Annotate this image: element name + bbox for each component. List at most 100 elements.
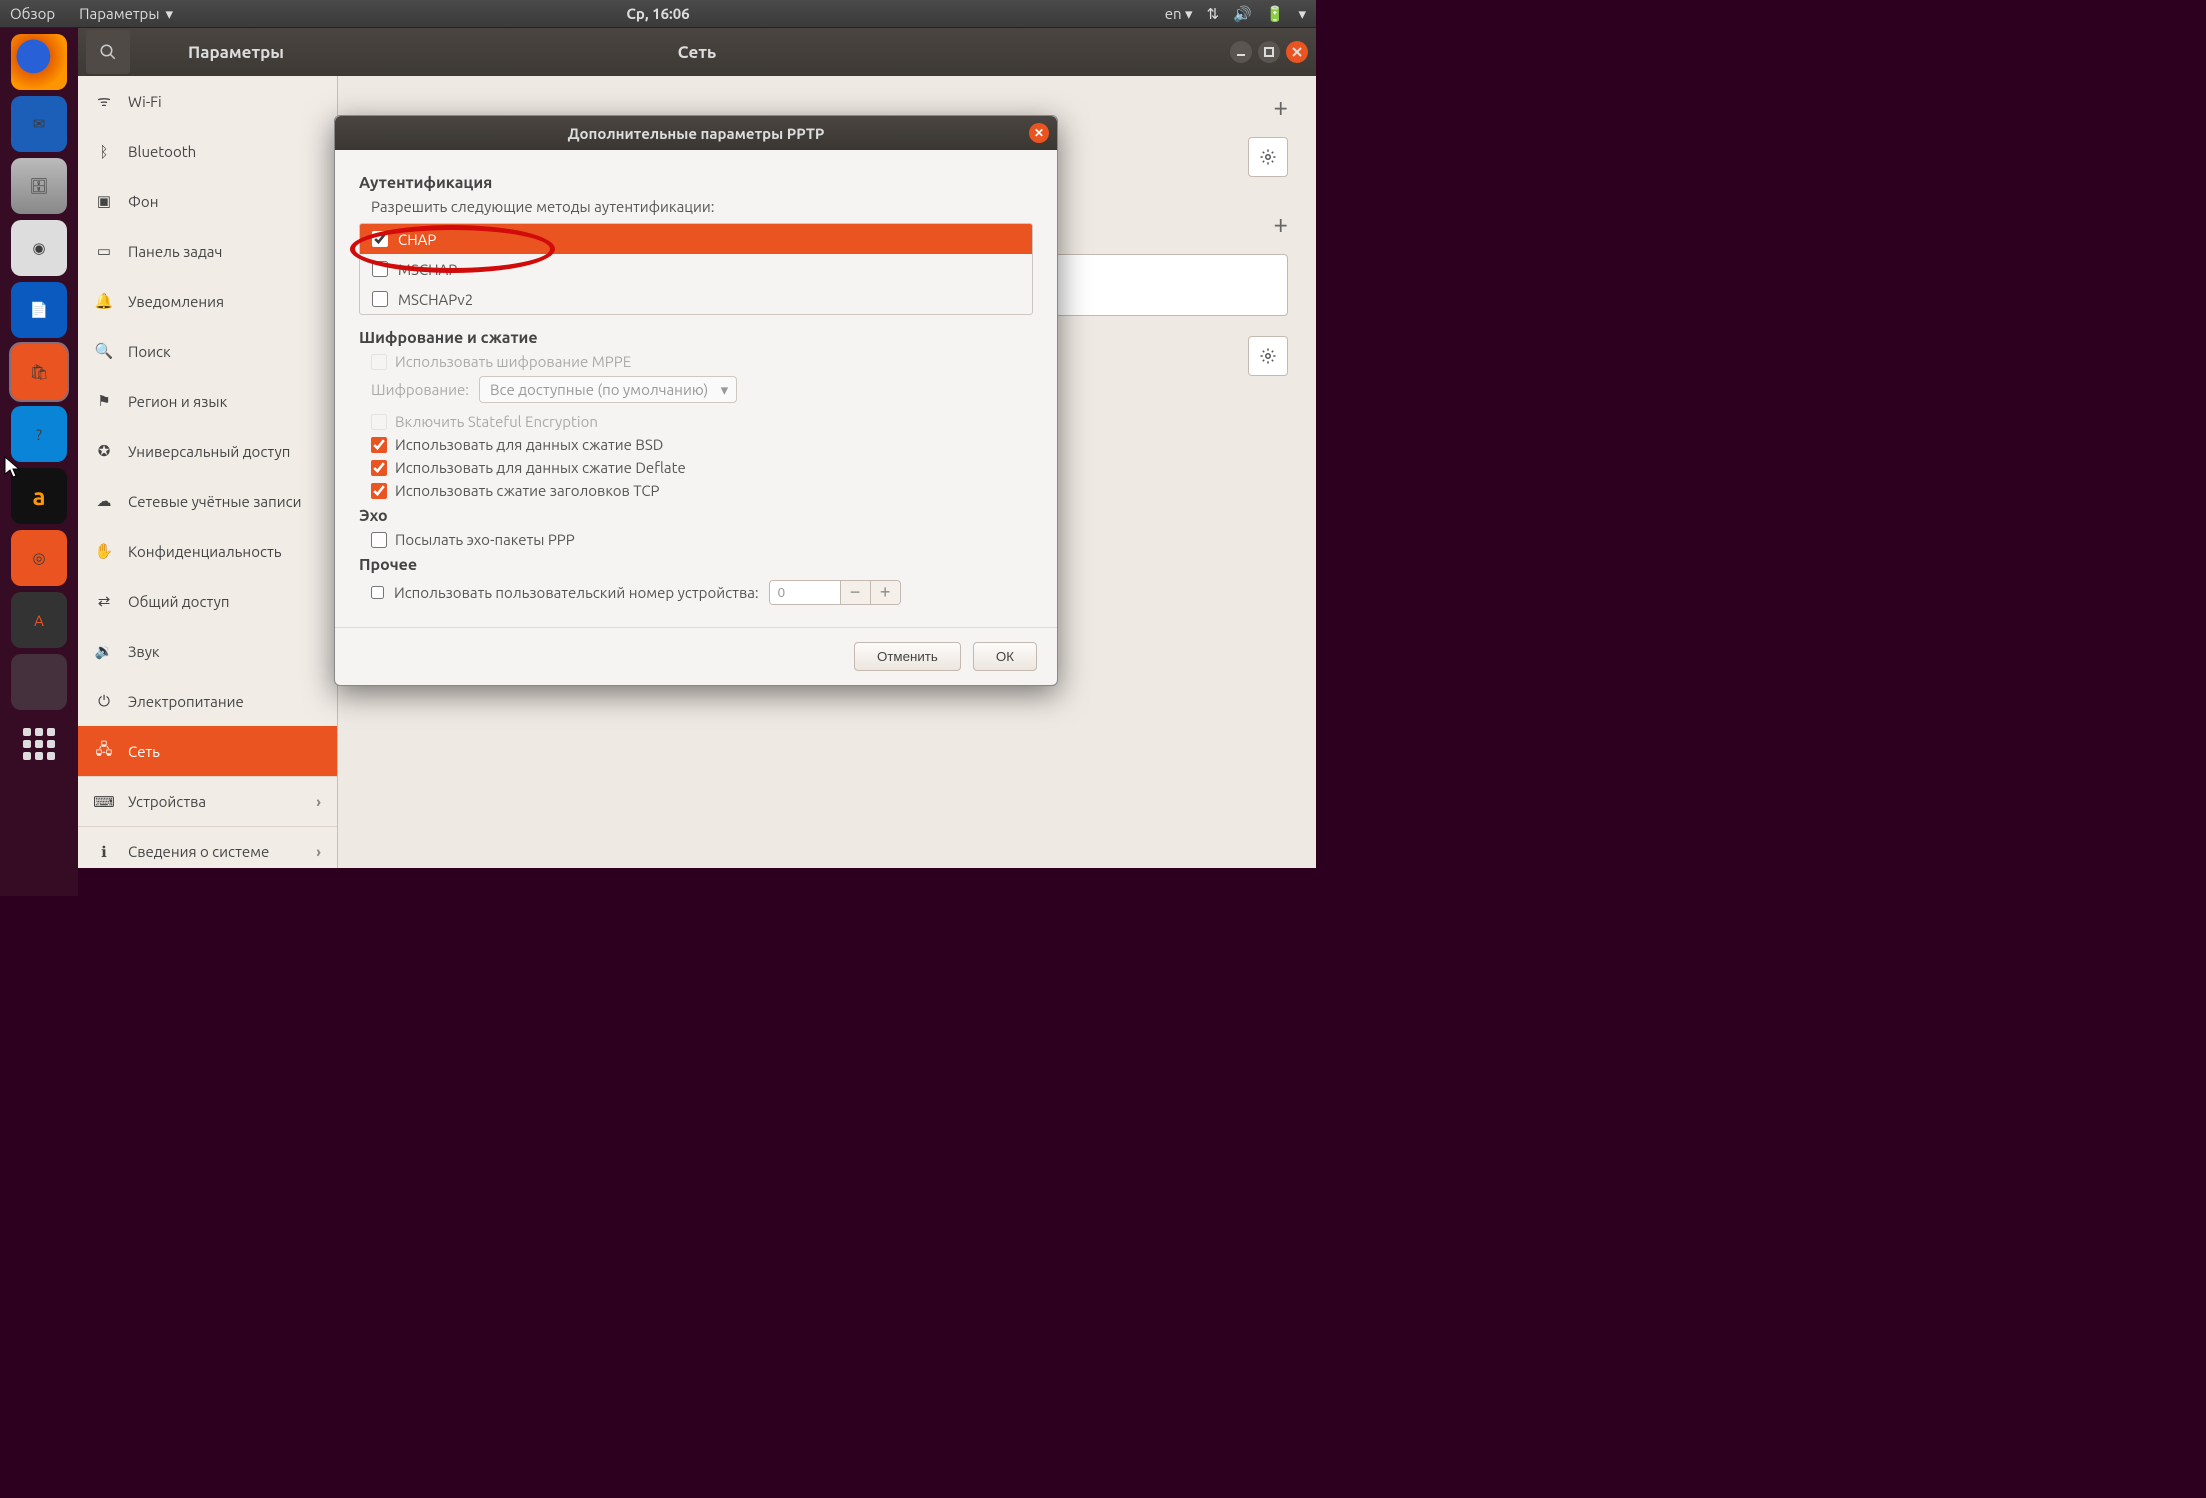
stateful-checkbox[interactable]: Включить Stateful Encryption (371, 413, 1033, 430)
sidebar-item-privacy[interactable]: ✋ Конфиденциальность (78, 526, 337, 576)
sidebar-item-info[interactable]: ℹ Сведения о системе › (78, 826, 337, 868)
activities-label[interactable]: Обзор (10, 5, 55, 22)
tcp-label: Использовать сжатие заголовков TCP (395, 482, 659, 499)
launcher-files[interactable]: 🗄 (11, 158, 67, 214)
unit-input[interactable] (770, 581, 840, 604)
connection-settings-button[interactable] (1248, 137, 1288, 177)
add-connection-button[interactable]: + (1273, 92, 1288, 121)
launcher-item[interactable] (11, 654, 67, 710)
enc-section-title: Шифрование и сжатие (359, 329, 1033, 347)
launcher-help[interactable]: ? (11, 406, 67, 462)
sidebar-item-bell[interactable]: 🔔Уведомления (78, 276, 337, 326)
stateful-label: Включить Stateful Encryption (395, 413, 598, 430)
echo-label: Посылать эхо-пакеты PPP (395, 531, 575, 548)
minimize-button[interactable] (1230, 41, 1252, 63)
sidebar-item-a11y[interactable]: ✪Универсальный доступ (78, 426, 337, 476)
bsd-checkbox[interactable]: Использовать для данных сжатие BSD (371, 436, 1033, 453)
chevron-right-icon: › (316, 793, 321, 810)
sidebar-item-region[interactable]: ⚑Регион и язык (78, 376, 337, 426)
sidebar-item-label: Сеть (128, 743, 160, 760)
encryption-label: Шифрование: (371, 381, 469, 398)
sidebar-item-label: Сведения о системе (128, 843, 269, 860)
launcher-software[interactable]: 🛍 (11, 344, 67, 400)
sidebar-item-dev[interactable]: ⌨Устройства› (78, 776, 337, 826)
maximize-button[interactable] (1258, 41, 1280, 63)
chevron-right-icon: › (316, 843, 321, 860)
network-icon[interactable]: ⇅ (1207, 5, 1220, 23)
clock[interactable]: Ср, 16:06 (626, 5, 689, 22)
launcher-ubuntu[interactable]: ◎ (11, 530, 67, 586)
unit-decrement[interactable]: − (840, 581, 870, 604)
launcher-thunderbird[interactable]: ✉ (11, 96, 67, 152)
sidebar-item-search[interactable]: 🔍Поиск (78, 326, 337, 376)
sidebar-item-power[interactable]: ⏻Электропитание (78, 676, 337, 726)
auth-checkbox[interactable] (372, 261, 388, 277)
system-menu-icon[interactable]: ▾ (1298, 5, 1306, 23)
launcher-show-apps[interactable] (11, 716, 67, 772)
settings-title-center: Сеть (678, 43, 717, 62)
region-icon: ⚑ (94, 392, 114, 410)
deflate-checkbox-input[interactable] (371, 460, 387, 476)
dialog-titlebar[interactable]: Дополнительные параметры PPTP ✕ (335, 116, 1057, 150)
sidebar-item-wifi[interactable]: ᯤWi-Fi (78, 76, 337, 126)
info-icon: ℹ (94, 843, 114, 861)
app-menu[interactable]: Параметры ▾ (73, 5, 173, 23)
auth-method-label: CHAP (398, 231, 436, 248)
bsd-checkbox-input[interactable] (371, 437, 387, 453)
privacy-icon: ✋ (94, 542, 114, 560)
auth-subtext: Разрешить следующие методы аутентификаци… (371, 198, 1033, 215)
sidebar-item-net[interactable]: 🖧 Сеть (78, 726, 337, 776)
sidebar-item-share[interactable]: ⇄Общий доступ (78, 576, 337, 626)
unit-spinbox[interactable]: − + (769, 580, 901, 605)
dialog-close-button[interactable]: ✕ (1029, 123, 1049, 143)
ok-button[interactable]: ОК (973, 642, 1037, 671)
auth-section-title: Аутентификация (359, 174, 1033, 192)
auth-method-mschapv2[interactable]: MSCHAPv2 (360, 284, 1032, 314)
echo-checkbox[interactable]: Посылать эхо-пакеты PPP (371, 531, 1033, 548)
echo-checkbox-input[interactable] (371, 532, 387, 548)
launcher-rhythmbox[interactable]: ◉ (11, 220, 67, 276)
mppe-checkbox[interactable]: Использовать шифрование MPPE (371, 353, 1033, 370)
mppe-label: Использовать шифрование MPPE (395, 353, 631, 370)
close-button[interactable] (1286, 41, 1308, 63)
lang-indicator[interactable]: en ▾ (1165, 5, 1193, 23)
auth-checkbox[interactable] (372, 231, 388, 247)
auth-method-chap[interactable]: CHAP (360, 224, 1032, 254)
mppe-checkbox-input[interactable] (371, 354, 387, 370)
dialog-title: Дополнительные параметры PPTP (568, 125, 825, 142)
sidebar-item-sound[interactable]: 🔉 Звук (78, 626, 337, 676)
online-icon: ☁ (94, 492, 114, 510)
sidebar-item-label: Конфиденциальность (128, 543, 282, 560)
launcher-writer[interactable]: 📄 (11, 282, 67, 338)
sidebar-item-label: Электропитание (128, 693, 244, 710)
bt-icon: ᛒ (94, 143, 114, 160)
stateful-checkbox-input[interactable] (371, 414, 387, 430)
auth-checkbox[interactable] (372, 291, 388, 307)
sidebar-item-bg[interactable]: ▣Фон (78, 176, 337, 226)
unit-increment[interactable]: + (870, 581, 900, 604)
sidebar-item-label: Звук (128, 643, 160, 660)
launcher-firefox[interactable] (11, 34, 67, 90)
add-connection-button-2[interactable]: + (1273, 209, 1288, 238)
sidebar-item-online[interactable]: ☁Сетевые учётные записи (78, 476, 337, 526)
connection-settings-button-2[interactable] (1248, 336, 1288, 376)
auth-method-mschap[interactable]: MSCHAP (360, 254, 1032, 284)
sidebar-item-dock[interactable]: ▭Панель задач (78, 226, 337, 276)
net-icon: 🖧 (94, 739, 114, 764)
unit-checkbox[interactable] (371, 586, 384, 599)
cancel-button[interactable]: Отменить (854, 642, 961, 671)
tcp-checkbox-input[interactable] (371, 483, 387, 499)
sidebar-item-bt[interactable]: ᛒBluetooth (78, 126, 337, 176)
launcher-updater[interactable]: A (11, 592, 67, 648)
battery-icon[interactable]: 🔋 (1266, 5, 1285, 23)
sidebar-item-label: Уведомления (128, 293, 224, 310)
deflate-checkbox[interactable]: Использовать для данных сжатие Deflate (371, 459, 1033, 476)
sound-icon: 🔉 (94, 642, 114, 660)
sidebar-item-label: Универсальный доступ (128, 443, 290, 460)
volume-icon[interactable]: 🔊 (1233, 5, 1252, 23)
search-button[interactable] (86, 30, 130, 74)
auth-method-label: MSCHAPv2 (398, 291, 473, 308)
settings-sidebar: ᯤWi-FiᛒBluetooth▣Фон▭Панель задач🔔Уведом… (78, 76, 338, 868)
tcp-header-checkbox[interactable]: Использовать сжатие заголовков TCP (371, 482, 1033, 499)
encryption-combo[interactable]: Все доступные (по умолчанию) (479, 376, 737, 403)
